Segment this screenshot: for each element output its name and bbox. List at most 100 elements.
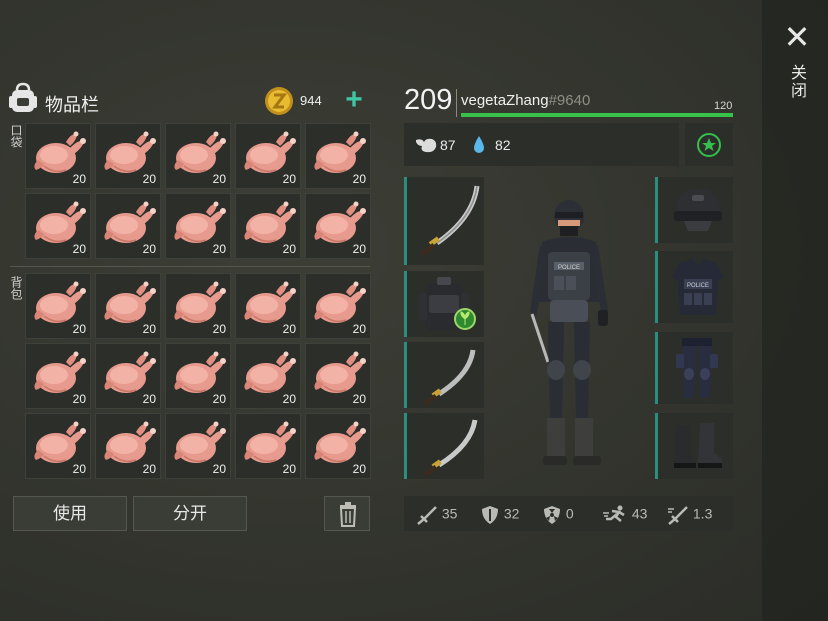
inventory-slot[interactable]: 20 bbox=[305, 123, 371, 189]
inventory-slot[interactable]: 20 bbox=[95, 413, 161, 479]
raw-chicken-icon bbox=[34, 421, 86, 463]
raw-chicken-icon bbox=[34, 131, 86, 173]
raw-chicken-icon bbox=[244, 421, 296, 463]
trash-icon bbox=[339, 502, 357, 527]
raw-chicken-icon bbox=[174, 421, 226, 463]
player-name: vegetaZhang#9640 bbox=[461, 92, 590, 109]
xp-bar bbox=[461, 113, 733, 117]
inventory-slot[interactable]: 20 bbox=[95, 123, 161, 189]
attack-speed-value: 1.3 bbox=[692, 505, 713, 522]
star-button[interactable] bbox=[697, 133, 721, 157]
inventory-slot[interactable]: 20 bbox=[95, 343, 161, 409]
inventory-slot[interactable]: 20 bbox=[305, 343, 371, 409]
item-quantity: 20 bbox=[142, 242, 156, 256]
katana-icon bbox=[423, 419, 478, 477]
swift-sword-icon bbox=[668, 506, 688, 525]
close-icon[interactable]: ✕ bbox=[782, 20, 812, 54]
helmet-icon bbox=[674, 189, 722, 231]
boots-icon bbox=[674, 423, 722, 468]
trash-button[interactable] bbox=[324, 496, 370, 531]
inventory-slot[interactable]: 20 bbox=[235, 193, 301, 259]
add-coins-button[interactable]: + bbox=[342, 84, 366, 116]
raw-chicken-icon bbox=[174, 281, 226, 323]
feet-slot[interactable] bbox=[655, 413, 733, 479]
inventory-slot[interactable]: 20 bbox=[165, 413, 231, 479]
head-slot[interactable] bbox=[655, 177, 733, 243]
weapon-slot-secondary[interactable] bbox=[404, 342, 484, 408]
raw-chicken-icon bbox=[244, 201, 296, 243]
split-button[interactable]: 分开 bbox=[133, 496, 247, 531]
svg-text:POLICE: POLICE bbox=[687, 283, 709, 289]
inventory-title: 物品栏 bbox=[45, 95, 99, 115]
inventory-slot[interactable]: 20 bbox=[235, 343, 301, 409]
item-quantity: 20 bbox=[142, 462, 156, 476]
water-drop-icon bbox=[474, 136, 484, 153]
raw-chicken-icon bbox=[104, 281, 156, 323]
item-quantity: 20 bbox=[282, 172, 296, 186]
backpack-label: 背包 bbox=[9, 276, 23, 300]
backpack-icon bbox=[9, 82, 37, 112]
item-quantity: 20 bbox=[212, 242, 226, 256]
inventory-slot[interactable]: 20 bbox=[305, 273, 371, 339]
use-button[interactable]: 使用 bbox=[13, 496, 127, 531]
raw-chicken-icon bbox=[104, 351, 156, 393]
inventory-slot[interactable]: 20 bbox=[235, 413, 301, 479]
inventory-slot[interactable]: 20 bbox=[165, 123, 231, 189]
inventory-slot[interactable]: 20 bbox=[25, 273, 91, 339]
raw-chicken-icon bbox=[104, 421, 156, 463]
inventory-slot[interactable]: 20 bbox=[95, 273, 161, 339]
attack-stat: 35 bbox=[416, 505, 457, 525]
inventory-slot[interactable]: 20 bbox=[25, 193, 91, 259]
sword-icon bbox=[417, 506, 437, 525]
raw-chicken-icon bbox=[244, 131, 296, 173]
raw-chicken-icon bbox=[174, 201, 226, 243]
item-quantity: 20 bbox=[212, 322, 226, 336]
item-quantity: 20 bbox=[212, 172, 226, 186]
machete-icon bbox=[423, 349, 476, 406]
inventory-slot[interactable]: 20 bbox=[25, 123, 91, 189]
legs-slot[interactable] bbox=[655, 332, 733, 404]
inventory-slot[interactable]: 20 bbox=[95, 193, 161, 259]
section-divider bbox=[10, 266, 370, 267]
inventory-slot[interactable]: 20 bbox=[25, 413, 91, 479]
player-tag: #9640 bbox=[548, 92, 591, 109]
backpack-grid: 20 20 20 20 20 20 20 20 20 20 20 20 20 20 20 bbox=[25, 273, 371, 479]
inventory-slot[interactable]: 20 bbox=[305, 413, 371, 479]
attack-speed-stat: 1.3 bbox=[667, 505, 712, 525]
inventory-slot[interactable]: 20 bbox=[235, 123, 301, 189]
item-quantity: 20 bbox=[352, 392, 366, 406]
backpack-slot[interactable] bbox=[404, 271, 484, 337]
raw-chicken-icon bbox=[314, 281, 366, 323]
stomach-icon bbox=[416, 138, 437, 153]
survival-stats: 87 82 bbox=[404, 123, 679, 166]
coin-count: 944 bbox=[300, 93, 322, 108]
inventory-slot[interactable]: 20 bbox=[165, 343, 231, 409]
star-icon bbox=[702, 138, 716, 151]
inventory-slot[interactable]: 20 bbox=[165, 273, 231, 339]
weapon-slot-tertiary[interactable] bbox=[404, 413, 484, 479]
defense-value: 32 bbox=[503, 505, 520, 522]
tactical-vest-icon: POLICE bbox=[672, 259, 724, 315]
player-name-text: vegetaZhang bbox=[461, 92, 549, 109]
shield-icon bbox=[482, 506, 498, 524]
item-quantity: 20 bbox=[282, 322, 296, 336]
weapon-slot-primary[interactable] bbox=[404, 177, 484, 265]
body-slot[interactable]: POLICE bbox=[655, 251, 733, 323]
inventory-slot[interactable]: 20 bbox=[25, 343, 91, 409]
inventory-slot[interactable]: 20 bbox=[305, 193, 371, 259]
tactical-pants-icon bbox=[676, 338, 718, 398]
svg-text:POLICE: POLICE bbox=[558, 265, 580, 271]
item-quantity: 20 bbox=[72, 242, 86, 256]
raw-chicken-icon bbox=[314, 131, 366, 173]
xp-bar-fill bbox=[461, 113, 733, 117]
defense-stat: 32 bbox=[480, 505, 519, 525]
raw-chicken-icon bbox=[244, 281, 296, 323]
radiation-stat: 0 bbox=[542, 505, 574, 525]
inventory-slot[interactable]: 20 bbox=[235, 273, 301, 339]
raw-chicken-icon bbox=[314, 421, 366, 463]
inventory-slot[interactable]: 20 bbox=[165, 193, 231, 259]
close-label[interactable]: 关闭 bbox=[786, 64, 808, 100]
raw-chicken-icon bbox=[314, 351, 366, 393]
item-quantity: 20 bbox=[352, 322, 366, 336]
hunger-value: 87 bbox=[440, 137, 456, 153]
